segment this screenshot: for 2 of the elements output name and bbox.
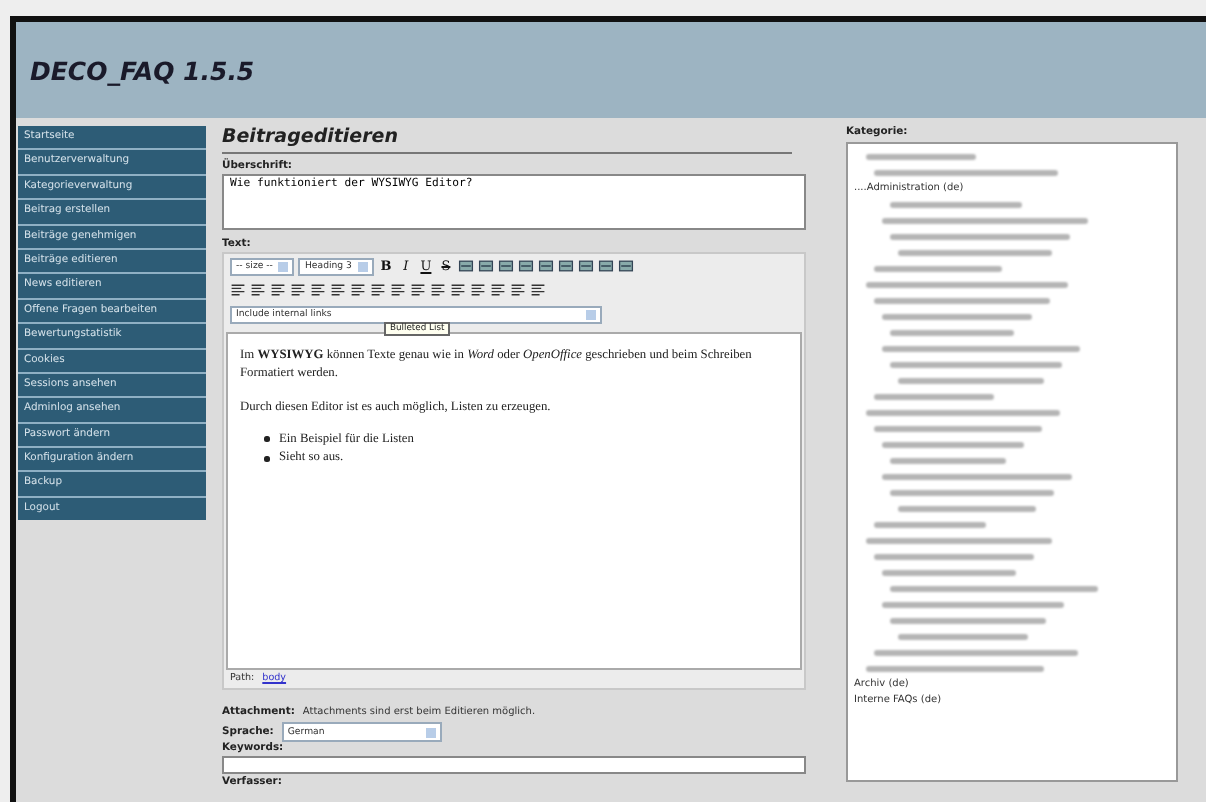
app-title: DECO_FAQ 1.5.5 <box>30 55 255 85</box>
page-heading: Beitrageditieren <box>222 126 792 154</box>
